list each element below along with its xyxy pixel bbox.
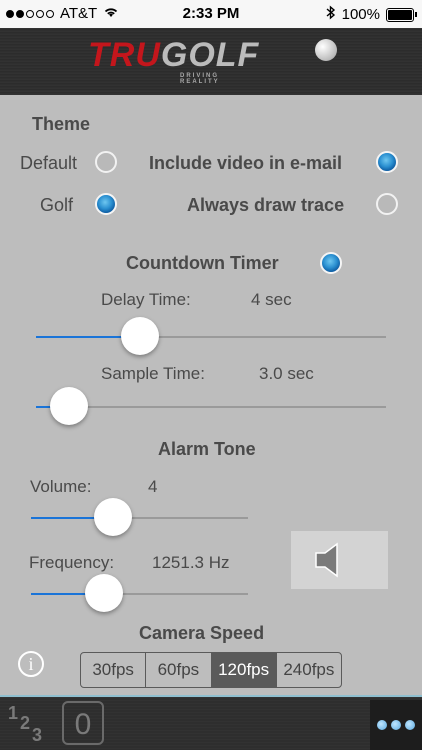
- tab-zero[interactable]: 0: [62, 701, 104, 745]
- theme-golf-label: Golf: [40, 195, 74, 215]
- volume-label: Volume:: [30, 477, 92, 496]
- speaker-icon: [315, 542, 338, 578]
- camera-speed-segmented-control[interactable]: 30fps 60fps 120fps 240fps: [80, 652, 342, 688]
- frequency-value: 1251.3 Hz: [152, 553, 230, 572]
- theme-golf-radio[interactable]: [95, 193, 117, 215]
- delay-time-label: Delay Time:: [101, 290, 191, 309]
- frequency-slider-thumb[interactable]: [85, 574, 123, 612]
- volume-value: 4: [148, 477, 158, 496]
- volume-slider-thumb[interactable]: [94, 498, 132, 536]
- camera-speed-title: Camera Speed: [139, 623, 265, 643]
- frequency-label: Frequency:: [29, 553, 115, 572]
- countdown-timer-label: Countdown Timer: [126, 253, 279, 273]
- app-header: TRUGOLF DRIVING REALITY: [0, 28, 422, 95]
- tab-bar: 123 0: [0, 695, 422, 750]
- camera-speed-120fps[interactable]: 120fps: [211, 653, 277, 687]
- theme-title: Theme: [32, 114, 91, 134]
- camera-speed-30fps[interactable]: 30fps: [81, 653, 147, 687]
- more-dot-icon: [391, 720, 401, 730]
- sample-time-value: 3.0 sec: [259, 364, 314, 383]
- logo-tagline: DRIVING REALITY: [180, 73, 220, 85]
- include-video-label: Include video in e-mail: [149, 153, 343, 173]
- settings-panel: Theme Default Golf Include video in e-ma…: [0, 95, 422, 695]
- status-bar: AT&T 2:33 PM 100%: [0, 0, 422, 28]
- alarm-tone-title: Alarm Tone: [158, 439, 256, 459]
- more-tab-button[interactable]: [370, 700, 422, 750]
- sample-time-label: Sample Time:: [101, 364, 205, 383]
- more-dot-icon: [405, 720, 415, 730]
- sample-time-slider[interactable]: [36, 406, 386, 408]
- camera-speed-60fps[interactable]: 60fps: [146, 653, 212, 687]
- info-icon[interactable]: i: [18, 651, 44, 677]
- more-dot-icon: [377, 720, 387, 730]
- volume-slider[interactable]: [31, 517, 248, 519]
- play-tone-button[interactable]: [291, 531, 388, 589]
- draw-trace-radio[interactable]: [376, 193, 398, 215]
- sample-time-slider-thumb[interactable]: [50, 387, 88, 425]
- include-video-radio[interactable]: [376, 151, 398, 173]
- camera-speed-240fps[interactable]: 240fps: [277, 653, 341, 687]
- countdown-timer-radio[interactable]: [320, 252, 342, 274]
- bluetooth-icon: [326, 5, 336, 24]
- draw-trace-label: Always draw trace: [187, 195, 345, 215]
- delay-time-slider[interactable]: [36, 336, 386, 338]
- delay-time-slider-thumb[interactable]: [121, 317, 159, 355]
- trugolf-logo: TRUGOLF DRIVING REALITY: [88, 36, 260, 85]
- delay-time-value: 4 sec: [251, 290, 292, 309]
- theme-default-radio[interactable]: [95, 151, 117, 173]
- battery-icon: [386, 7, 417, 22]
- golf-ball-icon: [315, 39, 337, 61]
- battery-percent: 100%: [341, 6, 380, 23]
- theme-default-label: Default: [20, 153, 78, 173]
- frequency-slider[interactable]: [31, 593, 248, 595]
